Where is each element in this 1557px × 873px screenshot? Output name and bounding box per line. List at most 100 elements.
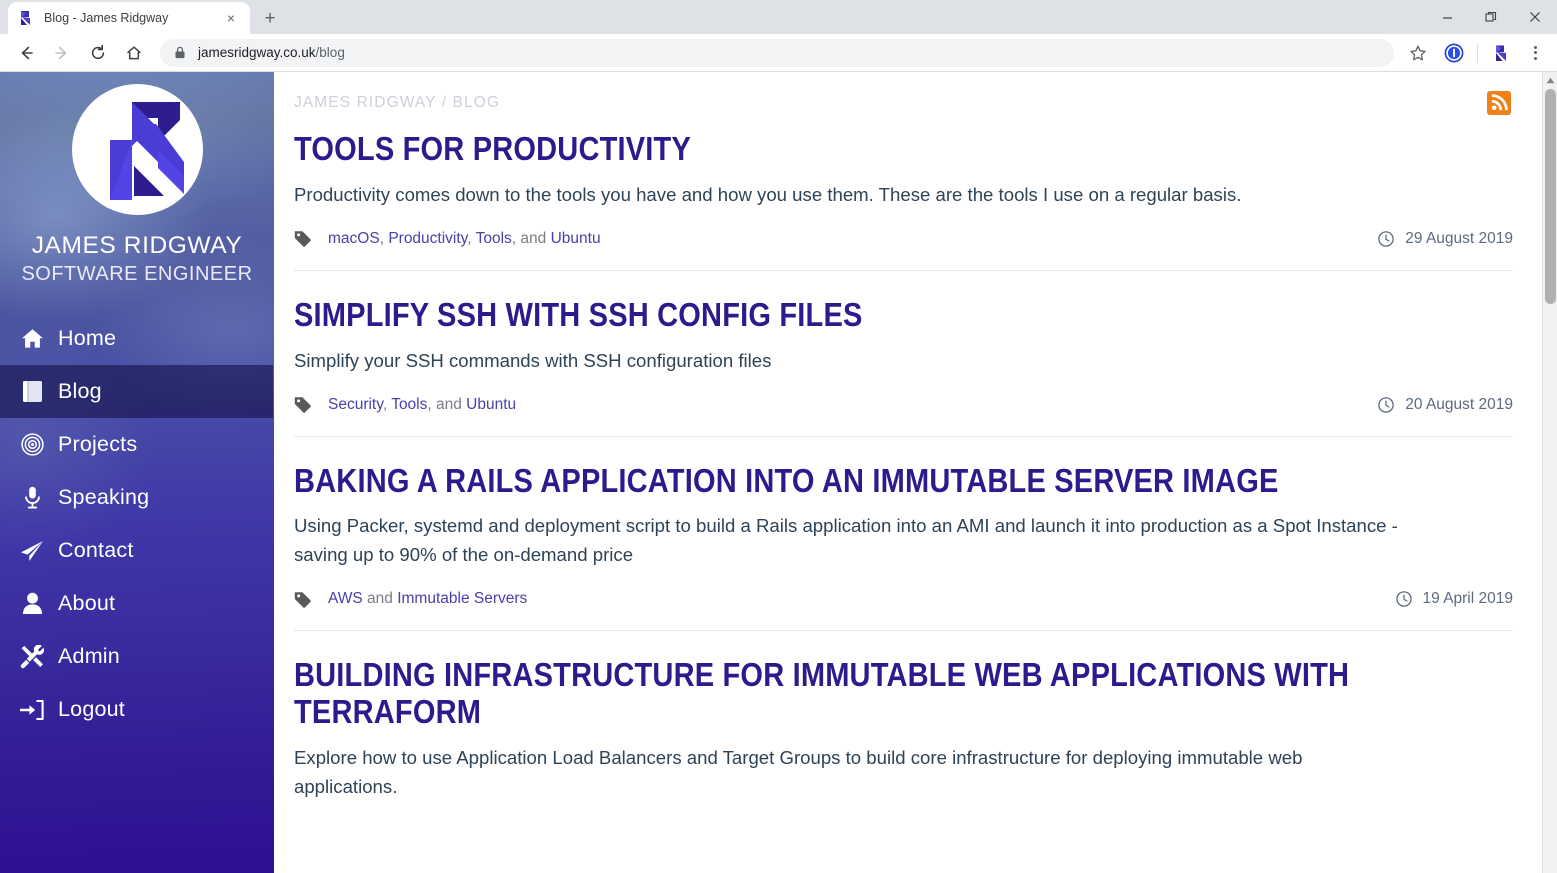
minimize-button[interactable]: [1425, 1, 1469, 33]
sidebar-item-label: Projects: [58, 432, 138, 456]
home-icon[interactable]: [120, 39, 148, 67]
sidebar-item-projects[interactable]: Projects: [0, 418, 273, 471]
user-icon: [14, 591, 50, 617]
post-tags: AWS and Immutable Servers: [294, 590, 527, 608]
tab-title: Blog - James Ridgway: [44, 11, 169, 25]
post-excerpt: Explore how to use Application Load Bala…: [294, 747, 1303, 797]
clock-icon: [1378, 396, 1396, 413]
post-date-text: 29 August 2019: [1405, 229, 1513, 247]
content-header: JAMES RIDGWAY / BLOG: [274, 72, 1557, 115]
post-title[interactable]: Simplify SSH with SSH Config Files: [294, 296, 1513, 334]
tag-icon: [294, 230, 316, 248]
tag-link[interactable]: Ubuntu: [466, 396, 516, 413]
browser-menu-icon[interactable]: [1521, 39, 1549, 67]
url-text: jamesridgway.co.uk/blog: [198, 45, 345, 60]
sidebar-item-label: Contact: [58, 538, 134, 562]
tag-separator: ,: [382, 395, 392, 413]
sidebar-item-home[interactable]: Home: [0, 312, 273, 365]
post-excerpt: Using Packer, systemd and deployment scr…: [294, 515, 1398, 566]
post-date: 19 April 2019: [1395, 590, 1514, 608]
rss-icon[interactable]: [1487, 91, 1511, 115]
blog-post-item: Building Infrastructure for Immutable We…: [294, 630, 1513, 824]
tag-link[interactable]: Tools: [476, 230, 512, 247]
post-title[interactable]: Baking a Rails Application into an Immut…: [294, 462, 1513, 500]
sign-out-icon: [14, 697, 50, 723]
post-meta: macOS, Productivity, Tools, and Ubuntu 2…: [294, 230, 1513, 248]
james-ridgway-logo[interactable]: [71, 84, 203, 215]
tag-separator: , and: [427, 395, 467, 413]
toolbar-divider: [1477, 43, 1478, 62]
tag-separator: ,: [467, 229, 476, 247]
back-icon[interactable]: [12, 39, 40, 67]
forward-icon: [48, 39, 76, 67]
brand-name: JAMES RIDGWAY: [31, 232, 243, 259]
tag-separator: , and: [511, 229, 551, 247]
main-content: JAMES RIDGWAY / BLOG Tools for Productiv…: [274, 72, 1557, 873]
window-controls: [1425, 0, 1557, 34]
onepassword-extension-icon[interactable]: [1440, 39, 1468, 67]
maximize-restore-button[interactable]: [1469, 1, 1513, 33]
sidebar-item-speaking[interactable]: Speaking: [0, 471, 273, 524]
post-title[interactable]: Building Infrastructure for Immutable We…: [294, 656, 1513, 731]
sidebar-item-label: Admin: [58, 644, 120, 668]
blog-post-item: Simplify SSH with SSH Config Files Simpl…: [294, 269, 1513, 436]
tag-link[interactable]: AWS: [328, 590, 363, 607]
post-date-text: 19 April 2019: [1422, 590, 1514, 608]
new-tab-button[interactable]: +: [256, 4, 284, 32]
tag-icon: [294, 396, 316, 413]
tag-link[interactable]: Tools: [391, 396, 427, 413]
blog-post-item: Tools for Productivity Productivity come…: [294, 130, 1513, 270]
sidebar-item-about[interactable]: About: [0, 577, 273, 630]
microphone-icon: [14, 485, 50, 511]
bookmark-star-icon[interactable]: [1404, 39, 1432, 67]
post-date: 20 August 2019: [1378, 396, 1513, 414]
sidebar-item-admin[interactable]: Admin: [0, 630, 273, 683]
scroll-up-arrow[interactable]: [1543, 72, 1557, 88]
tag-separator: and: [362, 590, 398, 608]
post-date-text: 20 August 2019: [1405, 395, 1513, 413]
address-bar[interactable]: jamesridgway.co.uk/blog: [160, 38, 1394, 67]
reload-icon[interactable]: [84, 39, 112, 67]
paper-plane-icon: [14, 538, 50, 564]
browser-tab[interactable]: Blog - James Ridgway ×: [8, 2, 250, 34]
sidebar-item-logout[interactable]: Logout: [0, 683, 273, 736]
tag-icon: [294, 591, 316, 608]
page-scrollbar[interactable]: [1542, 72, 1557, 873]
window-close-button[interactable]: [1513, 1, 1557, 33]
post-tags: macOS, Productivity, Tools, and Ubuntu: [294, 230, 601, 248]
post-title[interactable]: Tools for Productivity: [294, 130, 1513, 168]
scrollbar-thumb[interactable]: [1545, 89, 1556, 304]
page-viewport: JAMES RIDGWAY SOFTWARE ENGINEER Home Blo…: [0, 72, 1557, 873]
close-icon[interactable]: ×: [221, 8, 241, 28]
tab-strip: Blog - James Ridgway × +: [0, 0, 1557, 34]
tag-link[interactable]: Productivity: [388, 230, 467, 247]
profile-avatar[interactable]: [1487, 39, 1515, 67]
sidebar-item-blog[interactable]: Blog: [0, 365, 273, 418]
brand-role: SOFTWARE ENGINEER: [21, 263, 253, 285]
site-sidebar: JAMES RIDGWAY SOFTWARE ENGINEER Home Blo…: [0, 72, 274, 873]
post-tags-text[interactable]: Security, Tools, and Ubuntu: [328, 396, 516, 414]
post-tags-text[interactable]: macOS, Productivity, Tools, and Ubuntu: [328, 230, 601, 248]
post-meta: AWS and Immutable Servers 19 April 2019: [294, 590, 1513, 608]
brand-block: JAMES RIDGWAY SOFTWARE ENGINEER: [0, 72, 274, 286]
url-domain: jamesridgway.co.uk: [198, 45, 316, 60]
bullseye-icon: [14, 432, 50, 458]
tag-link[interactable]: Ubuntu: [551, 230, 601, 247]
tag-link[interactable]: Security: [328, 396, 383, 413]
tag-link[interactable]: Immutable Servers: [397, 590, 527, 607]
post-tags: Security, Tools, and Ubuntu: [294, 396, 516, 414]
post-tags-text[interactable]: AWS and Immutable Servers: [328, 590, 527, 608]
sidebar-item-label: Blog: [58, 379, 102, 403]
post-date: 29 August 2019: [1378, 230, 1513, 248]
post-excerpt: Productivity comes down to the tools you…: [294, 183, 1242, 205]
breadcrumb: JAMES RIDGWAY / BLOG: [294, 94, 501, 111]
sidebar-item-label: Speaking: [58, 485, 150, 509]
sidebar-item-label: Logout: [58, 697, 125, 721]
site-logo-favicon: [17, 9, 35, 27]
sidebar-item-contact[interactable]: Contact: [0, 524, 273, 577]
book-icon: [14, 379, 50, 405]
browser-chrome: Blog - James Ridgway × + jamesridgway.co…: [0, 0, 1557, 72]
home-icon: [14, 326, 50, 352]
url-path: /blog: [315, 45, 345, 60]
tag-link[interactable]: macOS: [328, 230, 380, 247]
